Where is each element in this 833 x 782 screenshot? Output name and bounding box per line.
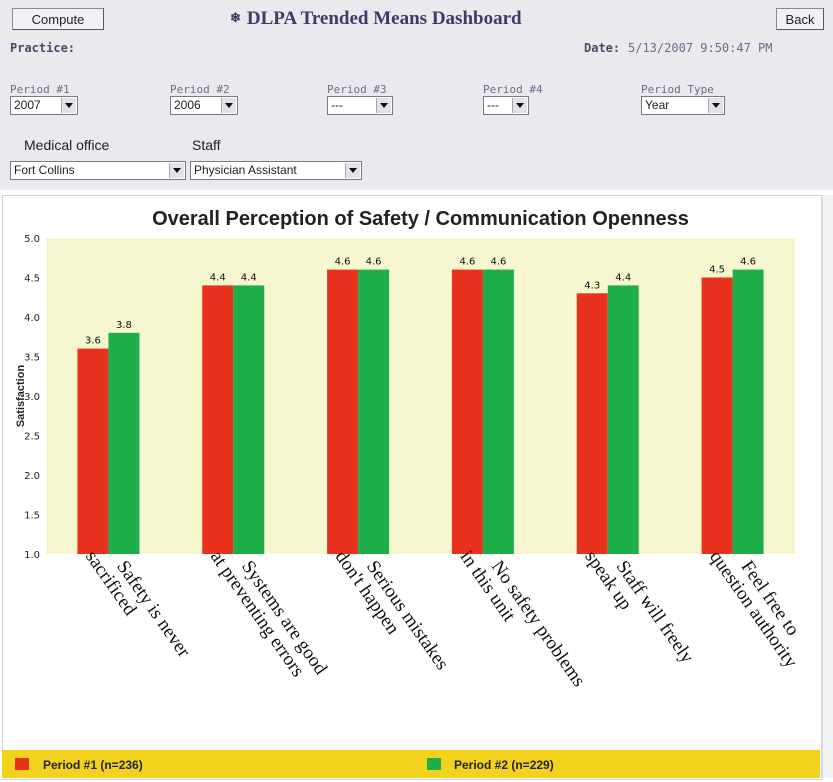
date-value: 5/13/2007 9:50:47 PM [628,41,773,55]
chevron-down-icon[interactable] [345,163,360,178]
data-label: 4.6 [366,257,382,268]
period2-select[interactable]: 2006 [170,96,238,115]
app-icon: ❄ [230,10,241,25]
x-tick-label: Safety is neversacrificed [81,536,195,674]
bar-1 [451,269,483,554]
y-tick-label: 5.0 [24,234,40,245]
chevron-down-icon[interactable] [169,163,184,178]
data-label: 4.6 [490,257,506,268]
chart-panel: Overall Perception of Safety / Communica… [2,195,822,780]
back-button[interactable]: Back [776,8,824,30]
y-axis-label: Satisfaction [15,365,27,428]
period-type-label: Period Type [641,83,714,96]
period-type-value: Year [645,98,670,112]
bar-2 [732,269,764,554]
scrollbar[interactable] [822,195,833,778]
header-divider [0,190,833,194]
data-label: 4.5 [709,265,725,276]
bar-1 [327,269,359,554]
date-label: Date: [584,41,621,55]
y-tick-label: 1.0 [24,550,40,561]
period1-label: Period #1 [10,83,70,96]
legend-swatch-period2 [427,758,441,770]
data-label: 3.6 [85,336,101,347]
period2-value: 2006 [174,98,201,112]
y-tick-label: 2.0 [24,471,40,482]
y-tick-label: 4.5 [24,274,40,285]
bar-chart: Overall Perception of Safety / Communica… [15,208,818,703]
bar-1 [701,277,733,554]
medical-office-select[interactable]: Fort Collins [10,161,186,180]
legend-swatch-period1 [15,758,29,770]
data-label: 4.4 [241,272,257,283]
y-tick-label: 3.5 [24,353,40,364]
legend-label-period2: Period #2 (n=229) [454,758,554,772]
chart-title: Overall Perception of Safety / Communica… [152,208,689,230]
data-label: 4.6 [740,257,756,268]
period1-value: 2007 [14,98,41,112]
x-tick-label: Staff will freelyspeak up [580,536,698,679]
bar-2 [233,285,265,554]
page-title: ❄ DLPA Trended Means Dashboard [230,8,522,30]
legend-label-period1: Period #1 (n=236) [43,758,143,772]
dashboard-header: Compute ❄ DLPA Trended Means Dashboard Ba… [0,0,833,191]
compute-button[interactable]: Compute [12,8,104,30]
medical-office-value: Fort Collins [14,163,75,177]
period3-label: Period #3 [327,83,387,96]
practice-label: Practice: [10,41,76,55]
plot-area [46,238,795,554]
staff-value: Physician Assistant [194,163,297,177]
chevron-down-icon[interactable] [61,98,76,113]
title-text: DLPA Trended Means Dashboard [246,8,522,29]
period1-select[interactable]: 2007 [10,96,78,115]
y-tick-label: 4.0 [24,313,40,324]
staff-select[interactable]: Physician Assistant [190,161,362,180]
y-tick-label: 1.5 [24,511,40,522]
period4-label: Period #4 [483,83,543,96]
staff-label: Staff [192,137,221,153]
x-tick-label: Serious mistakesdon't happen [331,536,453,686]
x-tick-label: Feel free toquestion authority [705,536,818,673]
bar-2 [108,332,140,554]
x-tick-label: No safety problemsin this unit [456,536,590,703]
data-label: 3.8 [116,320,132,331]
period3-value: --- [331,98,343,112]
bar-1 [576,293,608,554]
chevron-down-icon[interactable] [708,98,723,113]
data-label: 4.3 [584,280,600,291]
x-tick-label-line: Staff will freely [612,557,698,668]
bar-2 [607,285,639,554]
x-tick-label: Systems are goodat preventing errors [206,536,332,691]
bar-1 [77,348,109,554]
data-label: 4.6 [335,257,351,268]
data-label: 4.4 [210,272,226,283]
period3-select[interactable]: --- [327,96,393,115]
chevron-down-icon[interactable] [512,98,527,113]
period2-label: Period #2 [170,83,230,96]
y-tick-label: 2.5 [24,432,40,443]
data-label: 4.6 [459,257,475,268]
chevron-down-icon[interactable] [376,98,391,113]
bar-2 [482,269,514,554]
data-label: 4.4 [615,272,631,283]
period4-value: --- [487,98,499,112]
chevron-down-icon[interactable] [221,98,236,113]
period-type-select[interactable]: Year [641,96,725,115]
bar-1 [202,285,234,554]
medical-office-label: Medical office [24,137,110,153]
chart-legend: Period #1 (n=236) Period #2 (n=229) [2,750,820,778]
bar-2 [358,269,390,554]
period4-select[interactable]: --- [483,96,529,115]
